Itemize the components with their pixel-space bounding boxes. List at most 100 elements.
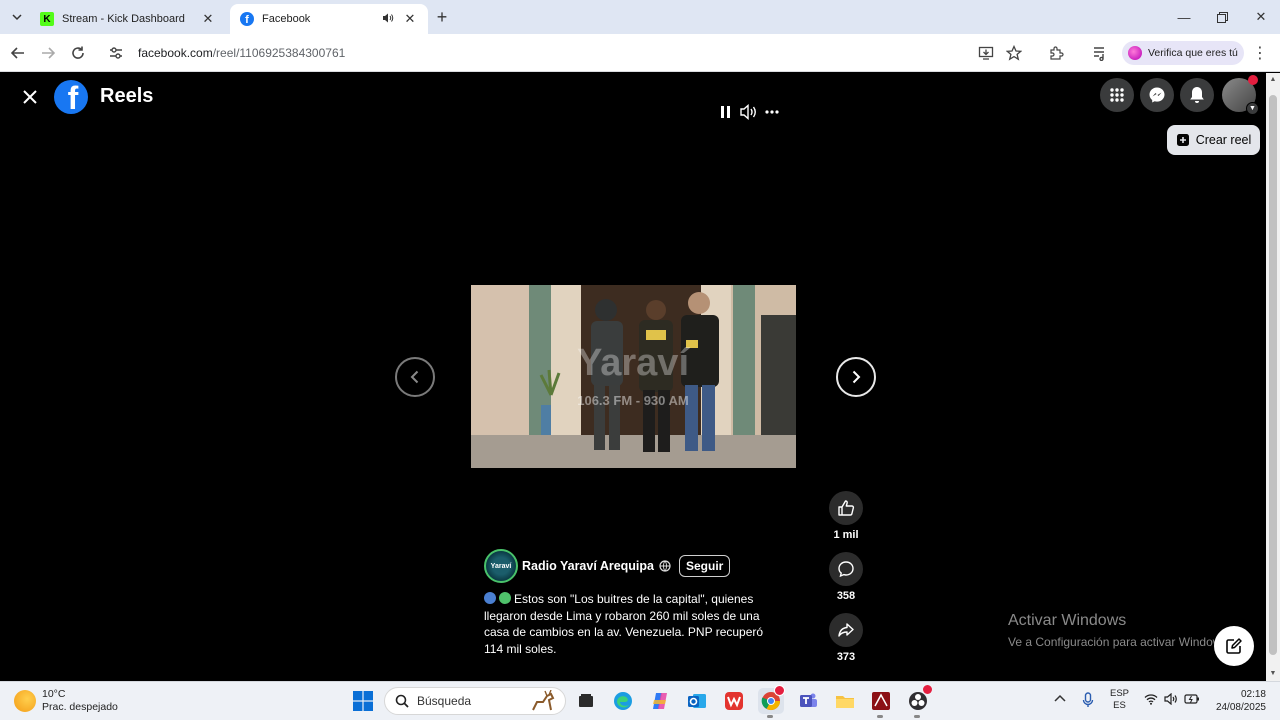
close-tab-icon[interactable]: ✕ <box>402 11 418 27</box>
browser-toolbar: facebook.com/reel/1106925384300761 Verif… <box>0 34 1280 72</box>
reels-viewer: f Reels ▼ Crear reel Yaraví 106.3 FM - 9… <box>0 73 1266 681</box>
search-highlight-deer-icon <box>532 690 555 711</box>
facebook-logo-icon[interactable]: f <box>54 80 88 114</box>
back-button[interactable] <box>7 42 29 64</box>
chevron-right-icon <box>852 370 861 384</box>
battery-icon[interactable] <box>1184 693 1200 709</box>
menu-button[interactable] <box>1100 78 1134 112</box>
tab-search-button[interactable] <box>6 6 28 28</box>
arrow-left-icon <box>11 47 24 59</box>
running-indicator <box>914 715 920 718</box>
create-reel-icon <box>1176 134 1189 146</box>
install-app-icon[interactable] <box>976 43 996 63</box>
start-button[interactable] <box>350 688 376 714</box>
activate-windows-watermark: Activar Windows Ve a Configuración para … <box>1008 612 1231 649</box>
extensions-puzzle-icon[interactable] <box>1046 43 1066 63</box>
pause-button[interactable] <box>719 103 733 121</box>
chrome-badge-icon <box>774 685 785 696</box>
media-controls-icon[interactable] <box>1090 43 1110 63</box>
edge-browser-icon[interactable] <box>610 688 636 714</box>
clock-time: 02:18 <box>1240 689 1266 700</box>
like-count: 1 mil <box>833 529 859 541</box>
restore-window-button[interactable] <box>1210 6 1234 28</box>
comment-count: 358 <box>836 590 856 602</box>
restore-icon <box>1216 11 1228 23</box>
messenger-icon <box>1149 87 1165 103</box>
bookmark-star-icon[interactable] <box>1004 43 1024 63</box>
comment-button[interactable] <box>829 552 863 586</box>
task-view-icon[interactable] <box>573 688 599 714</box>
notifications-button[interactable] <box>1180 78 1214 112</box>
grid-menu-icon <box>1110 88 1124 102</box>
page-scrollbar[interactable]: ▲ ▼ <box>1266 73 1280 681</box>
volume-button[interactable] <box>739 103 759 121</box>
close-reels-button[interactable] <box>18 85 42 109</box>
next-reel-button[interactable] <box>836 357 876 397</box>
close-tab-icon[interactable]: ✕ <box>200 11 216 27</box>
new-tab-button[interactable]: + <box>433 7 451 27</box>
activate-windows-subtitle: Ve a Configuración para activar Windows. <box>1008 635 1231 649</box>
messenger-button[interactable] <box>1140 78 1174 112</box>
tab-audio-icon[interactable] <box>382 12 394 27</box>
more-options-button[interactable] <box>763 103 781 121</box>
globe-icon <box>659 560 671 572</box>
account-avatar[interactable]: ▼ <box>1222 75 1259 115</box>
share-button[interactable] <box>829 613 863 647</box>
tab-facebook[interactable]: f Facebook ✕ <box>230 4 428 34</box>
teams-icon[interactable] <box>795 688 821 714</box>
blue-circle-emoji-icon <box>484 592 496 604</box>
file-explorer-icon[interactable] <box>832 688 858 714</box>
recording-badge-icon <box>923 685 932 694</box>
chrome-icon[interactable] <box>758 685 785 714</box>
author-avatar[interactable]: Yaraví <box>484 549 518 583</box>
browser-tab-strip: K Stream - Kick Dashboard ✕ f Facebook ✕… <box>0 0 1280 34</box>
microphone-icon[interactable] <box>1082 692 1094 712</box>
copilot-icon[interactable] <box>647 688 673 714</box>
verify-label: Verifica que eres tú <box>1148 47 1238 59</box>
obs-studio-icon[interactable] <box>905 685 932 714</box>
scroll-up-arrow-icon[interactable]: ▲ <box>1269 76 1277 84</box>
thumbs-up-icon <box>838 500 855 516</box>
comment-icon <box>838 561 854 578</box>
outlook-icon[interactable] <box>684 688 710 714</box>
scrollbar-thumb[interactable] <box>1269 95 1277 655</box>
wps-office-icon[interactable] <box>721 688 747 714</box>
forward-button[interactable] <box>37 42 59 64</box>
reload-button[interactable] <box>67 42 89 64</box>
kick-favicon-icon: K <box>40 12 54 26</box>
weather-temperature: 10°C <box>42 688 66 700</box>
reel-video[interactable]: Yaraví 106.3 FM - 930 AM <box>471 285 796 468</box>
verify-identity-chip[interactable]: Verifica que eres tú <box>1122 41 1244 65</box>
create-reel-label: Crear reel <box>1195 133 1252 147</box>
input-language-indicator[interactable]: ESP ES <box>1110 688 1129 712</box>
url-text: facebook.com/reel/1106925384300761 <box>138 46 346 60</box>
scroll-down-arrow-icon[interactable]: ▼ <box>1269 670 1277 678</box>
new-message-button[interactable] <box>1214 626 1254 666</box>
previous-reel-button[interactable] <box>395 357 435 397</box>
show-hidden-icons-button[interactable] <box>1054 694 1066 706</box>
tab-kick-dashboard[interactable]: K Stream - Kick Dashboard ✕ <box>30 4 226 34</box>
app-icon-red[interactable] <box>868 688 894 714</box>
weather-description: Prac. despejado <box>42 701 118 713</box>
volume-tray-icon[interactable] <box>1164 692 1178 709</box>
minimize-window-button[interactable]: — <box>1172 6 1196 28</box>
taskbar-search[interactable]: Búsqueda <box>384 687 566 715</box>
create-reel-button[interactable]: Crear reel <box>1167 125 1260 155</box>
taskbar-clock[interactable]: 02:18 24/08/2025 <box>1206 688 1266 714</box>
profile-avatar-icon <box>1128 46 1142 60</box>
notification-dot <box>1248 75 1258 85</box>
weather-widget[interactable]: 10°C Prac. despejado <box>14 688 118 714</box>
follow-button[interactable]: Seguir <box>679 555 731 577</box>
address-bar[interactable]: facebook.com/reel/1106925384300761 <box>100 39 1040 67</box>
page-title: Reels <box>100 85 154 107</box>
author-name[interactable]: Radio Yaraví Arequipa <box>522 559 654 573</box>
volume-icon <box>740 104 756 120</box>
wifi-icon[interactable] <box>1144 693 1158 709</box>
more-dots-icon <box>765 110 779 114</box>
site-info-icon[interactable] <box>108 45 124 61</box>
chevron-down-icon <box>12 14 22 21</box>
like-button[interactable] <box>829 491 863 525</box>
close-window-button[interactable]: ✕ <box>1249 6 1273 28</box>
watermark-frequency-text: 106.3 FM - 930 AM <box>577 393 689 408</box>
browser-menu-icon[interactable]: ⋮ <box>1252 43 1268 63</box>
